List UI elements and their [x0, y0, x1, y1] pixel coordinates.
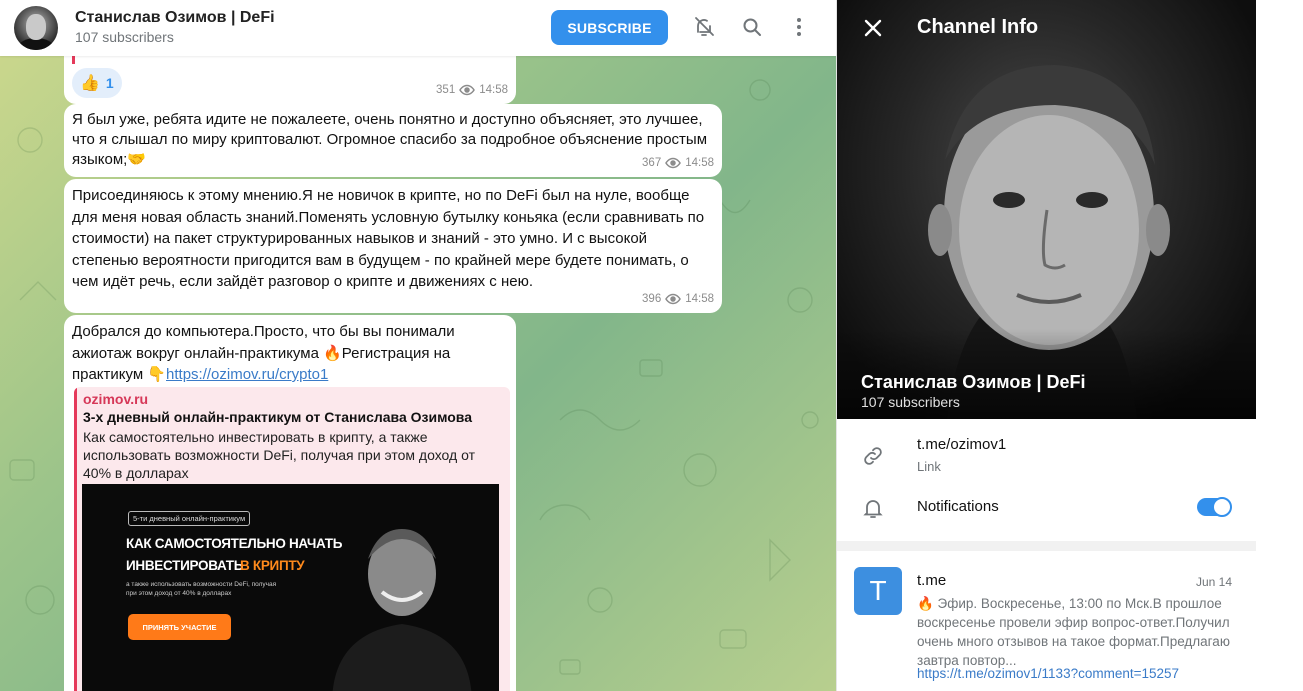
channel-link-label: Link: [917, 459, 941, 474]
message-meta: 367 14:58: [642, 153, 714, 173]
view-count: 351: [436, 84, 456, 96]
eye-icon: [459, 84, 476, 96]
message-time: 14:58: [479, 84, 508, 96]
channel-info-panel: Станислав Озимов | DeFi 107 subscribers …: [836, 0, 1256, 691]
close-icon[interactable]: [859, 14, 887, 42]
channel-title[interactable]: Станислав Озимов | DeFi: [75, 9, 275, 27]
notifications-label: Notifications: [917, 498, 999, 515]
subscriber-count: 107 subscribers: [75, 29, 174, 45]
preview-image-badge: 5-ти дневный онлайн-практикум: [128, 511, 251, 526]
view-count: 367: [642, 157, 662, 169]
channel-avatar[interactable]: [14, 6, 58, 50]
message-bubble: Я был уже, ребята идите не пожалеете, оч…: [64, 104, 722, 177]
message-meta: 396 14:58: [642, 289, 714, 309]
eye-icon: [665, 157, 682, 169]
search-icon[interactable]: [739, 14, 765, 40]
person-photo: [332, 529, 472, 691]
bell-off-icon[interactable]: [691, 14, 717, 40]
shared-link-date: Jun 14: [1195, 575, 1232, 589]
view-count: 396: [642, 293, 662, 305]
preview-image-headline-2: ИНВЕСТИРОВАТЬ: [126, 558, 244, 573]
shared-link-title: t.me: [917, 572, 947, 589]
notifications-toggle[interactable]: [1197, 497, 1232, 517]
reaction-chip[interactable]: 👍 1: [72, 68, 122, 98]
channel-link[interactable]: t.me/ozimov1: [917, 436, 1006, 453]
preview-image-subtext: а также использовать возможности DeFi, п…: [126, 581, 277, 597]
message-text: Я был уже, ребята идите не пожалеете, оч…: [72, 111, 708, 168]
message-text: Присоединяюсь к этому мнению.Я не новичо…: [72, 187, 705, 290]
message-time: 14:58: [685, 293, 714, 305]
panel-title: Channel Info: [917, 16, 1039, 38]
message-meta: 351 14:58: [436, 80, 508, 100]
shared-link-text: 🔥 Эфир. Воскресенье, 13:00 по Мск.В прош…: [917, 596, 1230, 668]
preview-description: Как самостоятельно инвестировать в крипт…: [83, 429, 475, 481]
chat-header: Станислав Озимов | DeFi 107 subscribers …: [0, 0, 836, 56]
preview-image-cta: ПРИНЯТЬ УЧАСТИЕ: [128, 614, 231, 640]
window-gutter: [1257, 0, 1303, 691]
reaction-count: 1: [105, 75, 114, 91]
message-link[interactable]: https://ozimov.ru/crypto1: [166, 366, 328, 383]
preview-image-headline-accent: В КРИПТУ: [240, 558, 305, 573]
eye-icon: [665, 293, 682, 305]
message-text-block: Добрался до компьютера.Просто, что бы вы…: [72, 321, 502, 386]
channel-name: Станислав Озимов | DeFi: [861, 372, 1086, 392]
preview-title: 3-х дневный онлайн-практикум от Станисла…: [83, 409, 473, 425]
message-time: 14:58: [685, 157, 714, 169]
preview-image[interactable]: 5-ти дневный онлайн-практикум КАК САМОСТ…: [82, 484, 499, 691]
reaction-emoji: 👍: [80, 75, 100, 92]
link-icon: [861, 444, 885, 468]
message-bubble: Присоединяюсь к этому мнению.Я не новичо…: [64, 179, 722, 313]
link-thumbnail: T: [854, 567, 902, 615]
preview-site-name: ozimov.ru: [83, 391, 149, 407]
channel-photo[interactable]: Станислав Озимов | DeFi 107 subscribers: [837, 0, 1256, 419]
preview-image-headline: КАК САМОСТОЯТЕЛЬНО НАЧАТЬ: [126, 536, 343, 551]
section-divider: [837, 541, 1256, 551]
chat-area: Станислав Озимов | DeFi 107 subscribers …: [0, 0, 836, 691]
more-vertical-icon[interactable]: [786, 14, 812, 40]
subscribe-button[interactable]: SUBSCRIBE: [551, 10, 668, 45]
bell-icon: [861, 496, 885, 520]
link-preview[interactable]: ozimov.ru 3-х дневный онлайн-практикум о…: [74, 387, 510, 691]
shared-link-url[interactable]: https://t.me/ozimov1/1133?comment=15257: [917, 666, 1179, 681]
channel-subscribers: 107 subscribers: [861, 394, 960, 410]
